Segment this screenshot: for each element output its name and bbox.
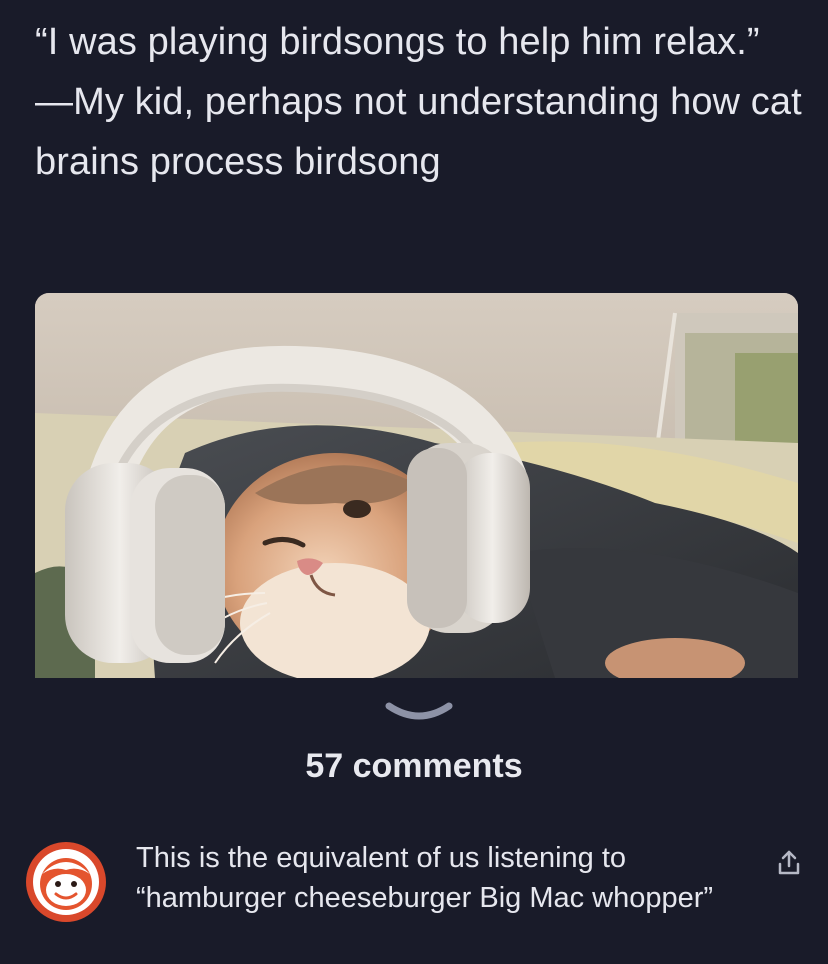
comments-count[interactable]: 57 comments bbox=[0, 741, 828, 791]
post-image[interactable] bbox=[35, 293, 798, 678]
comment-text: This is the equivalent of us listening t… bbox=[136, 842, 714, 914]
post-quote-text: “I was playing birdsongs to help him rel… bbox=[35, 21, 802, 183]
top-comment: This is the equivalent of us listening t… bbox=[24, 838, 814, 964]
chevron-down-icon[interactable] bbox=[384, 700, 454, 724]
cat-with-headphones-illustration bbox=[35, 293, 798, 678]
smiley-avatar-icon[interactable] bbox=[24, 840, 108, 924]
share-icon[interactable] bbox=[774, 848, 804, 878]
